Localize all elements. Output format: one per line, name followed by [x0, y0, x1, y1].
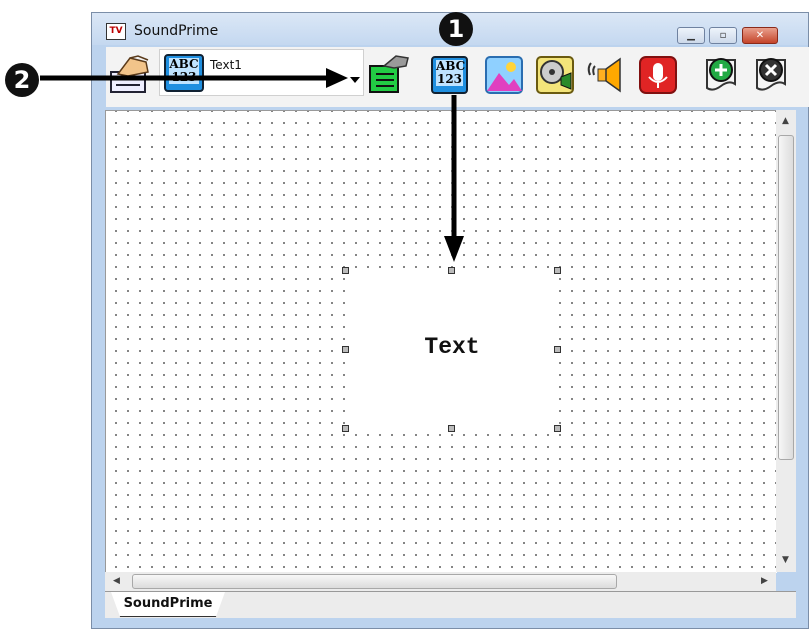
- callout-badge-two: 2: [5, 63, 39, 97]
- arrow-two-head: [326, 68, 348, 88]
- callout-badge-one: 1: [439, 12, 473, 46]
- annotation-arrows: [40, 68, 464, 262]
- arrow-one-head: [444, 236, 464, 262]
